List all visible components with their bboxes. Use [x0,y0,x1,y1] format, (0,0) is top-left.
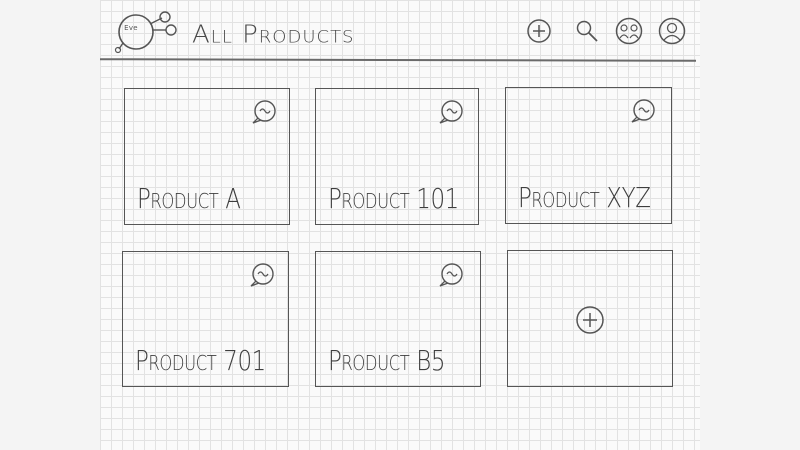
product-card[interactable]: Product 701 [122,251,289,387]
messages-icon[interactable] [615,17,643,45]
add-product-card[interactable] [507,250,673,387]
product-card-label: Product 101 [328,182,459,215]
product-card-label: Product A [137,182,241,215]
product-card[interactable]: Product B5 [315,251,481,387]
product-card[interactable]: Product XYZ [505,87,672,224]
plus-circle-icon[interactable] [575,305,605,335]
logo-text: Eve [124,24,138,32]
search-icon[interactable] [574,18,600,44]
chat-bubble-icon[interactable] [629,98,657,124]
product-card[interactable]: Product A [124,88,290,225]
product-card-label: Product B5 [328,344,446,377]
product-card-label: Product XYZ [518,181,651,214]
user-profile-icon[interactable] [658,17,686,45]
chat-bubble-icon[interactable] [437,99,465,125]
page-title: All Products [192,20,355,50]
chat-bubble-icon[interactable] [437,262,465,288]
logo-icon [114,11,177,54]
product-card-label: Product 701 [135,344,266,377]
product-card[interactable]: Product 101 [315,88,479,225]
chat-bubble-icon[interactable] [250,99,278,125]
add-product-button[interactable] [526,18,552,44]
chat-bubble-icon[interactable] [248,262,276,288]
